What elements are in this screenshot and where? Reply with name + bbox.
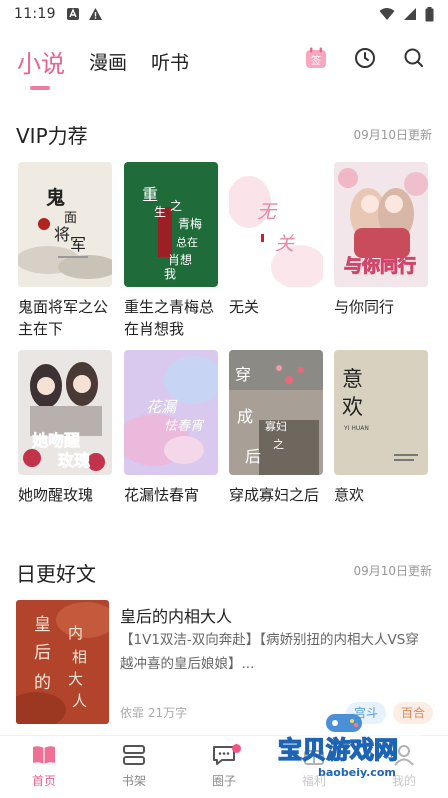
svg-text:将: 将 xyxy=(54,225,70,244)
svg-text:生: 生 xyxy=(154,205,166,219)
notification-badge xyxy=(232,744,241,753)
daily-section-date: 09月10日更新 xyxy=(353,564,432,578)
book-title[interactable]: 花漏怯春宵 xyxy=(124,484,224,506)
book-title[interactable]: 她吻醒玫瑰 xyxy=(18,484,118,506)
daily-section-title: 日更好文 xyxy=(16,562,96,586)
svg-text:后: 后 xyxy=(34,643,51,663)
active-tab-indicator xyxy=(30,86,50,90)
svg-text:之: 之 xyxy=(273,437,284,451)
daily-book-title[interactable]: 皇后的内相大人 xyxy=(120,603,232,627)
book-title[interactable]: 重生之青梅总在肖想我 xyxy=(124,296,224,340)
book-cover[interactable]: 花漏 怯春宵 xyxy=(124,350,218,475)
tab-audiobook[interactable]: 听书 xyxy=(151,48,189,75)
book-cover[interactable]: 她吻醒 玫瑰 xyxy=(18,350,112,475)
warning-icon xyxy=(88,8,102,20)
book-title[interactable]: 与你同行 xyxy=(334,296,434,318)
status-time: 11:19 xyxy=(14,6,56,22)
status-bar: 11:19 xyxy=(0,0,448,28)
book-open-icon xyxy=(33,746,55,764)
tab-novel[interactable]: 小说 xyxy=(17,44,65,79)
svg-text:鬼: 鬼 xyxy=(46,186,65,209)
svg-text:军: 军 xyxy=(70,235,86,254)
daily-book-cover[interactable]: 皇 后 的 内 相 大 人 xyxy=(16,600,109,724)
book-title[interactable]: 无关 xyxy=(229,296,329,318)
battery-icon xyxy=(425,6,434,21)
status-notification-icons xyxy=(66,7,103,21)
book-card[interactable]: 花漏 怯春宵 花漏怯春宵 xyxy=(124,350,218,506)
nav-label: 首页 xyxy=(31,774,56,788)
book-card[interactable]: 她吻醒 玫瑰 她吻醒玫瑰 xyxy=(18,350,112,506)
svg-text:之: 之 xyxy=(170,199,182,213)
book-cover[interactable]: 重 生 之 青梅 总在 肖想 我 xyxy=(124,162,218,287)
svg-text:总在: 总在 xyxy=(176,235,198,249)
book-card[interactable]: 与你同行 与你同行 xyxy=(334,162,428,318)
search-icon[interactable] xyxy=(402,46,426,70)
svg-text:成: 成 xyxy=(237,407,253,426)
svg-text:我: 我 xyxy=(164,267,176,281)
svg-text:的: 的 xyxy=(34,673,51,693)
gamepad-icon xyxy=(326,714,362,732)
daily-book-meta: 依霏 21万字 xyxy=(120,706,188,720)
app-notification-icon xyxy=(66,8,79,20)
svg-text:后: 后 xyxy=(245,447,261,466)
nav-label: 书架 xyxy=(121,774,146,788)
svg-text:重: 重 xyxy=(142,185,158,204)
svg-text:相: 相 xyxy=(72,648,87,666)
svg-text:宝贝游戏网: 宝贝游戏网 xyxy=(278,736,398,764)
nav-circle[interactable]: 圈子 xyxy=(194,742,254,789)
book-card[interactable]: 穿 成 寡妇 之 后 穿成寡妇之后 xyxy=(229,350,323,506)
svg-text:肖想: 肖想 xyxy=(168,252,192,267)
nav-home[interactable]: 首页 xyxy=(14,742,74,789)
nav-label: 圈子 xyxy=(211,774,236,788)
daily-book-description: 【1V1双洁-双向奔赴】【病娇别扭的内相大人VS穿越冲喜的皇后娘娘】... xyxy=(120,632,419,672)
book-cover[interactable]: 意 欢 YI HUAN xyxy=(334,350,428,475)
status-system-icons xyxy=(379,6,434,22)
tab-comic[interactable]: 漫画 xyxy=(89,48,127,75)
svg-text:与你同行: 与你同行 xyxy=(344,255,416,277)
svg-text:大: 大 xyxy=(68,670,83,688)
book-cover[interactable]: 与你同行 xyxy=(334,162,428,287)
svg-text:玫瑰: 玫瑰 xyxy=(58,451,90,470)
history-clock-icon[interactable] xyxy=(353,46,377,70)
vip-section-date: 09月10日更新 xyxy=(353,128,432,142)
book-cover[interactable]: 鬼 面 将 军 xyxy=(18,162,112,287)
svg-text:她吻醒: 她吻醒 xyxy=(32,431,80,450)
vip-section-title: VIP力荐 xyxy=(16,124,88,148)
book-cover[interactable]: 穿 成 寡妇 之 后 xyxy=(229,350,323,475)
book-title[interactable]: 意欢 xyxy=(334,484,434,506)
book-card[interactable]: 鬼 面 将 军 鬼面将军之公主在下 xyxy=(18,162,112,340)
svg-text:面: 面 xyxy=(64,211,77,226)
wifi-icon xyxy=(379,8,395,20)
svg-text:无: 无 xyxy=(257,201,278,223)
book-card[interactable]: 重 生 之 青梅 总在 肖想 我 重生之青梅总在肖想我 xyxy=(124,162,218,340)
svg-text:签: 签 xyxy=(311,54,321,67)
svg-text:青梅: 青梅 xyxy=(178,216,202,231)
svg-text:内: 内 xyxy=(68,624,83,642)
svg-text:欢: 欢 xyxy=(342,395,363,419)
book-title[interactable]: 鬼面将军之公主在下 xyxy=(18,296,118,340)
svg-text:寡妇: 寡妇 xyxy=(265,419,287,433)
svg-text:人: 人 xyxy=(72,692,87,710)
book-cover[interactable]: 无 关 xyxy=(229,162,323,287)
svg-text:花漏: 花漏 xyxy=(146,398,178,416)
book-title[interactable]: 穿成寡妇之后 xyxy=(229,484,329,506)
svg-text:关: 关 xyxy=(275,233,295,255)
svg-text:穿: 穿 xyxy=(235,365,251,384)
svg-text:baobeiy.com: baobeiy.com xyxy=(318,766,396,779)
svg-text:意: 意 xyxy=(342,367,363,391)
book-card[interactable]: 无 关 无关 xyxy=(229,162,323,318)
top-tab-bar: 小说 漫画 听书 签 xyxy=(0,34,448,94)
nav-bookshelf[interactable]: 书架 xyxy=(104,742,164,789)
svg-text:YI HUAN: YI HUAN xyxy=(343,425,369,432)
bookshelf-icon xyxy=(123,745,145,765)
svg-text:怯春宵: 怯春宵 xyxy=(164,419,205,434)
signal-icon xyxy=(404,8,416,20)
book-card[interactable]: 意 欢 YI HUAN 意欢 xyxy=(334,350,428,506)
site-watermark: 宝贝游戏网 baobeiy.com xyxy=(268,706,448,798)
svg-text:皇: 皇 xyxy=(34,615,51,635)
signin-icon[interactable]: 签 xyxy=(304,46,328,70)
